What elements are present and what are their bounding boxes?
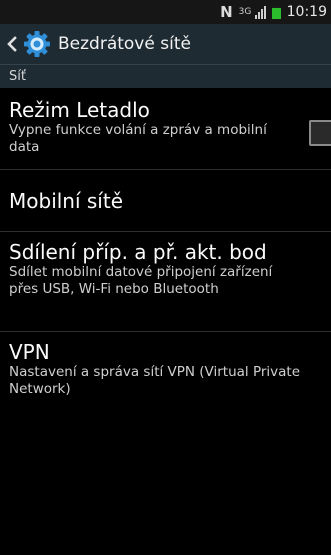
action-bar: Bezdrátové sítě: [0, 24, 331, 64]
airplane-mode-summary: Vypne funkce volání a zpráv a mobilní da…: [9, 122, 267, 155]
tethering-hotspot-title: Sdílení příp. a př. akt. bod: [9, 240, 267, 264]
mobile-networks-item[interactable]: Mobilní sítě: [0, 170, 331, 232]
settings-gear-icon[interactable]: [24, 31, 50, 57]
settings-list: Režim Letadlo Vypne funkce volání a zprá…: [0, 88, 331, 414]
airplane-mode-title: Režim Letadlo: [9, 98, 150, 122]
back-arrow-icon[interactable]: [6, 34, 18, 54]
status-time: 10:19: [286, 4, 327, 20]
status-bar: N 3G 10:19: [0, 0, 331, 24]
signal-strength-icon: [254, 5, 266, 19]
vpn-summary: Nastavení a správa sítí VPN (Virtual Pri…: [9, 364, 301, 397]
mobile-networks-title: Mobilní sítě: [9, 188, 124, 213]
vpn-item[interactable]: VPN Nastavení a správa sítí VPN (Virtual…: [0, 332, 331, 414]
battery-icon: [271, 5, 281, 19]
airplane-mode-item[interactable]: Režim Letadlo Vypne funkce volání a zprá…: [0, 88, 331, 170]
nfc-icon: N: [220, 3, 233, 21]
network-type-icon: 3G: [238, 6, 252, 17]
tethering-hotspot-item[interactable]: Sdílení příp. a př. akt. bod Sdílet mobi…: [0, 232, 331, 332]
screen: N 3G 10:19 Bezdrátové sítě Síť Režim Let…: [0, 0, 331, 555]
vpn-title: VPN: [9, 340, 50, 364]
airplane-mode-checkbox[interactable]: [309, 120, 331, 146]
page-title: Bezdrátové sítě: [58, 34, 191, 54]
tethering-hotspot-summary: Sdílet mobilní datové připojení zařízení…: [9, 264, 273, 297]
section-header: Síť: [0, 64, 331, 88]
